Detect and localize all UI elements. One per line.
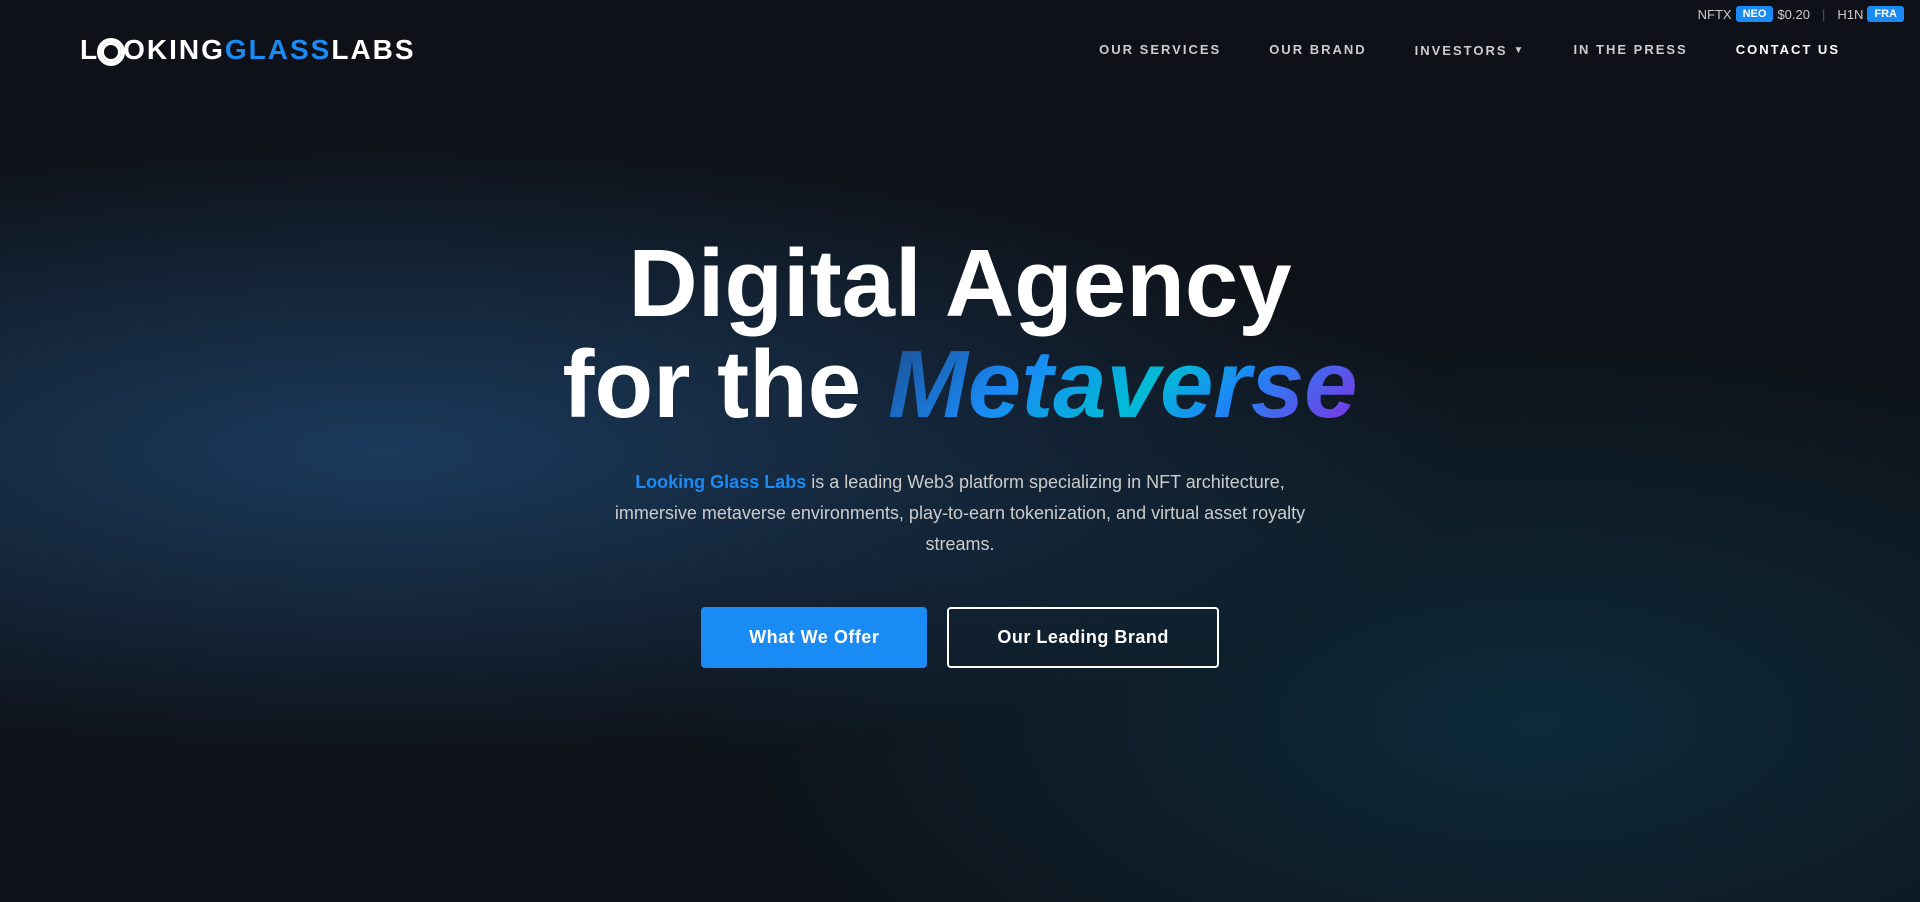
nav-link-services[interactable]: OUR SERVICES xyxy=(1099,42,1221,57)
neo-badge: NEO xyxy=(1736,6,1774,22)
logo-glass: GLASS xyxy=(225,34,331,65)
nftx-ticker: NFTX NEO $0.20 xyxy=(1698,6,1810,22)
logo-labs: LABS xyxy=(331,34,415,65)
nav-item-brand[interactable]: OUR BRAND xyxy=(1269,41,1366,59)
hero-title-line2: for the Metaverse xyxy=(563,335,1358,436)
nav-link-brand[interactable]: OUR BRAND xyxy=(1269,42,1366,57)
what-we-offer-button[interactable]: What We Offer xyxy=(701,607,927,668)
logo-circle-icon xyxy=(97,38,125,66)
navbar: LOKINGGLASSLABS OUR SERVICES OUR BRAND I… xyxy=(0,0,1920,100)
nav-link-contact[interactable]: CONTACT US xyxy=(1736,42,1840,57)
nav-link-investors[interactable]: INVESTORS ▼ xyxy=(1415,43,1526,58)
nftx-label: NFTX xyxy=(1698,7,1732,22)
ticker-bar: NFTX NEO $0.20 | H1N FRA xyxy=(1682,0,1920,28)
nav-links: OUR SERVICES OUR BRAND INVESTORS ▼ IN TH… xyxy=(1099,41,1840,59)
nav-link-press[interactable]: IN THE PRESS xyxy=(1573,42,1687,57)
hero-title-metaverse: Metaverse xyxy=(888,331,1358,438)
our-leading-brand-button[interactable]: Our Leading Brand xyxy=(947,607,1219,668)
h1n-ticker: H1N FRA xyxy=(1837,6,1904,22)
hero-section: Digital Agency for the Metaverse Looking… xyxy=(0,0,1920,902)
hero-title-prefix: for the xyxy=(563,331,888,438)
hero-buttons: What We Offer Our Leading Brand xyxy=(701,607,1219,668)
hero-description: Looking Glass Labs is a leading Web3 pla… xyxy=(600,467,1320,559)
nav-item-services[interactable]: OUR SERVICES xyxy=(1099,41,1221,59)
nav-item-investors[interactable]: INVESTORS ▼ xyxy=(1415,43,1526,58)
hero-title: Digital Agency for the Metaverse xyxy=(563,234,1358,436)
nav-item-contact[interactable]: CONTACT US xyxy=(1736,41,1840,59)
nftx-price: $0.20 xyxy=(1777,7,1810,22)
ticker-divider: | xyxy=(1822,7,1825,22)
h1n-label: H1N xyxy=(1837,7,1863,22)
hero-brand-name: Looking Glass Labs xyxy=(635,472,806,492)
fra-badge: FRA xyxy=(1867,6,1904,22)
hero-title-line1: Digital Agency xyxy=(563,234,1358,335)
logo[interactable]: LOKINGGLASSLABS xyxy=(80,34,416,66)
chevron-down-icon: ▼ xyxy=(1514,45,1526,56)
logo-oking: OKING xyxy=(123,34,225,65)
nav-item-press[interactable]: IN THE PRESS xyxy=(1573,41,1687,59)
